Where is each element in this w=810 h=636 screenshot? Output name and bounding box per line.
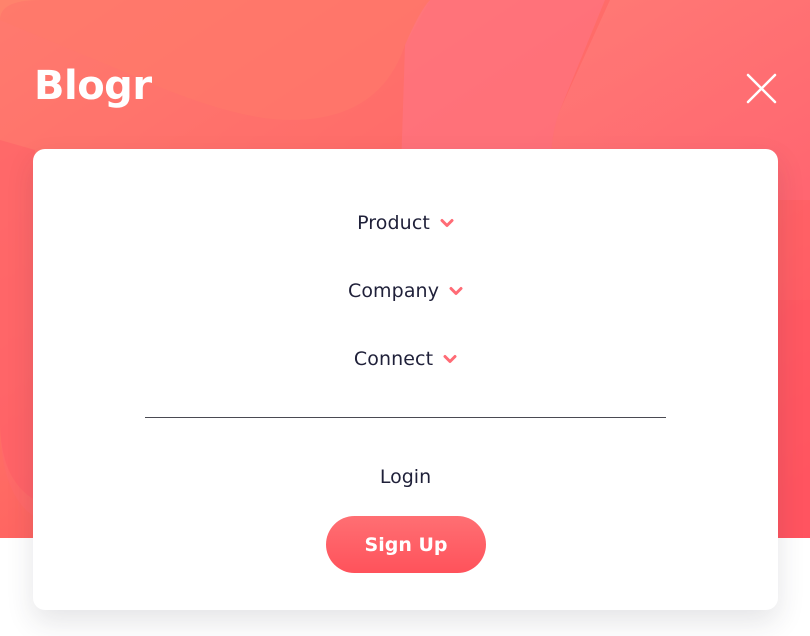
chevron-down-icon	[440, 218, 454, 228]
chevron-down-icon	[443, 354, 457, 364]
nav-item-label: Company	[347, 280, 440, 302]
login-link[interactable]: Login	[33, 459, 778, 495]
brand-logo[interactable]: Blogr	[34, 58, 152, 114]
nav-item-label: Product	[357, 212, 430, 234]
page: Blogr Product Company Connect Login Sign…	[0, 0, 810, 636]
mobile-menu-card: Product Company Connect Login Sign Up	[33, 149, 778, 610]
sign-up-button[interactable]: Sign Up	[326, 516, 486, 573]
nav-item-connect[interactable]: Connect	[33, 341, 778, 377]
close-icon	[746, 73, 777, 104]
nav-item-company[interactable]: Company	[33, 273, 778, 309]
nav-item-product[interactable]: Product	[33, 205, 778, 241]
nav-item-label: Connect	[353, 348, 434, 370]
chevron-down-icon	[449, 286, 463, 296]
menu-divider	[145, 417, 666, 418]
close-menu-button[interactable]	[741, 68, 781, 108]
